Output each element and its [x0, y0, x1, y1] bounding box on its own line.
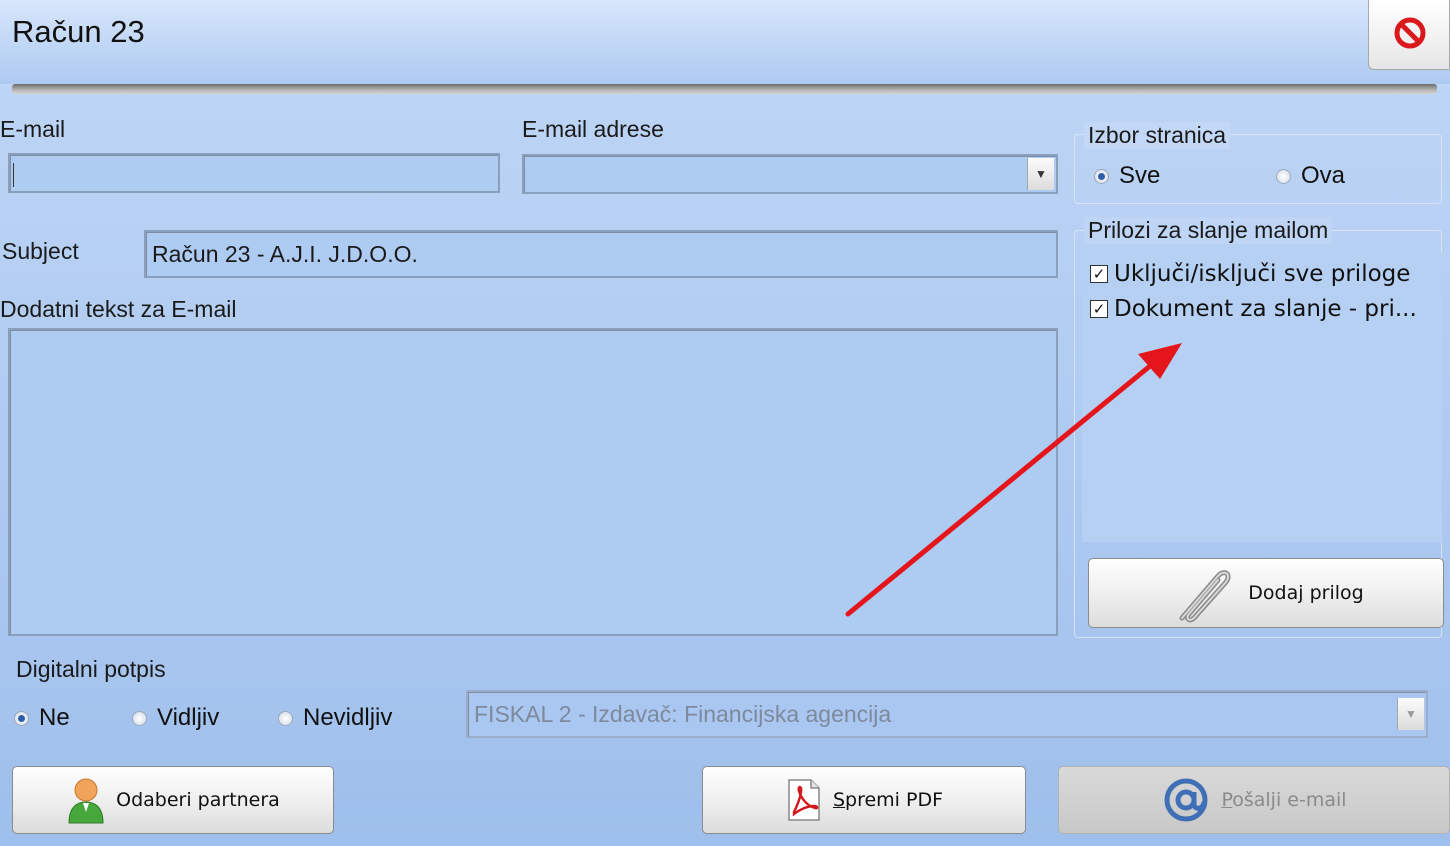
- choose-partner-button[interactable]: Odaberi partnera: [12, 766, 334, 834]
- add-attachment-button[interactable]: Dodaj prilog: [1088, 558, 1444, 628]
- email-addresses-label: E-mail adrese: [522, 116, 664, 142]
- add-attachment-label: Dodaj prilog: [1248, 582, 1364, 604]
- save-pdf-button[interactable]: Spremi PDF: [702, 766, 1026, 834]
- close-button[interactable]: [1368, 0, 1450, 70]
- certificate-value: FISKAL 2 - Izdavač: Financijska agencija: [474, 701, 892, 727]
- radio-signature-none[interactable]: Ne: [14, 704, 70, 732]
- send-email-button[interactable]: Pošalji e-mail: [1058, 766, 1450, 834]
- radio-label: Vidljiv: [157, 704, 220, 731]
- prohibited-icon: [1394, 17, 1426, 49]
- title-divider: [12, 84, 1437, 94]
- save-pdf-label: Spremi PDF: [833, 789, 943, 811]
- email-addresses-dropdown[interactable]: ▼: [522, 154, 1058, 194]
- certificate-dropdown[interactable]: FISKAL 2 - Izdavač: Financijska agencija…: [466, 690, 1428, 738]
- subject-label: Subject: [2, 238, 79, 264]
- save-pdf-label-rest: premi PDF: [845, 789, 944, 811]
- checkbox-label: Dokument za slanje - pri...: [1114, 296, 1417, 322]
- text-caret: [13, 163, 14, 187]
- subject-input[interactable]: Račun 23 - A.J.I. J.D.O.O.: [144, 230, 1058, 278]
- paperclip-icon: [1179, 570, 1231, 623]
- radio-dot: [1094, 168, 1109, 184]
- radio-dot: [278, 710, 293, 726]
- digital-signature-label: Digitalni potpis: [16, 656, 166, 682]
- checkbox-toggle-all-attachments[interactable]: ✓ Uključi/isključi sve priloge: [1090, 261, 1410, 287]
- person-icon: [68, 778, 104, 824]
- radio-dot: [132, 710, 147, 726]
- radio-dot: [1276, 168, 1291, 184]
- radio-label: Nevidljiv: [303, 704, 393, 731]
- chevron-down-icon[interactable]: ▼: [1397, 698, 1424, 730]
- checkbox-label: Uključi/isključi sve priloge: [1114, 261, 1411, 287]
- additional-text-label: Dodatni tekst za E-mail: [0, 296, 237, 322]
- send-email-label: Pošalji e-mail: [1221, 789, 1346, 811]
- page-selection-title: Izbor stranica: [1084, 122, 1231, 149]
- at-sign-icon: [1164, 778, 1208, 822]
- email-dialog-window: Račun 23 E-mail E-mail adrese ▼ Izbor st…: [0, 0, 1450, 846]
- additional-text-area[interactable]: [8, 328, 1058, 636]
- title-bar: Račun 23: [0, 0, 1450, 84]
- radio-label: Sve: [1119, 162, 1161, 189]
- email-label: E-mail: [0, 116, 66, 142]
- subject-value: Račun 23 - A.J.I. J.D.O.O.: [152, 241, 418, 267]
- chevron-down-icon[interactable]: ▼: [1027, 158, 1054, 190]
- send-email-mnemonic: P: [1221, 789, 1233, 811]
- radio-dot: [14, 710, 29, 726]
- radio-label: Ne: [39, 704, 70, 731]
- checkbox-box: ✓: [1090, 265, 1108, 283]
- radio-label: Ova: [1301, 162, 1346, 189]
- attachments-title: Prilozi za slanje mailom: [1084, 217, 1333, 244]
- radio-all-pages[interactable]: Sve: [1094, 162, 1160, 190]
- radio-signature-invisible[interactable]: Nevidljiv: [278, 704, 392, 732]
- radio-signature-visible[interactable]: Vidljiv: [132, 704, 219, 732]
- checkbox-document-attachment[interactable]: ✓ Dokument za slanje - pri...: [1090, 296, 1417, 322]
- save-pdf-mnemonic: S: [832, 789, 846, 811]
- window-title: Račun 23: [12, 14, 145, 49]
- send-email-label-rest: ošalji e-mail: [1232, 789, 1347, 811]
- choose-partner-label: Odaberi partnera: [116, 789, 280, 811]
- pdf-file-icon: [788, 779, 820, 821]
- checkbox-box: ✓: [1090, 300, 1108, 318]
- radio-this-page[interactable]: Ova: [1276, 162, 1345, 190]
- email-input[interactable]: [8, 153, 500, 193]
